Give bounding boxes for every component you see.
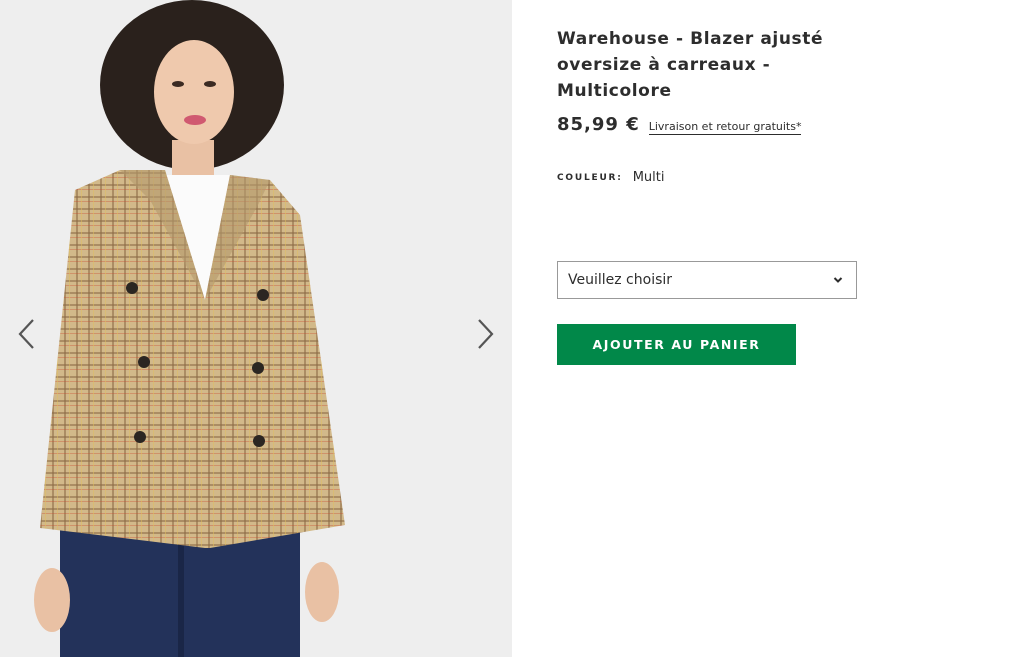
color-value: Multi — [632, 170, 665, 185]
shipping-info-link[interactable]: Livraison et retour gratuits* — [648, 120, 802, 135]
chevron-left-icon — [18, 319, 34, 349]
product-photo — [0, 0, 512, 657]
product-title: Warehouse - Blazer ajusté oversize à car… — [557, 29, 824, 101]
product-price: 85,99 € — [557, 114, 640, 135]
size-select-value: Veuillez choisir — [568, 272, 673, 288]
product-image-gallery — [0, 0, 512, 657]
color-label: COULEUR: — [557, 172, 623, 183]
gallery-prev-button[interactable] — [12, 316, 40, 352]
gallery-next-button[interactable] — [472, 316, 500, 352]
color-row: COULEUR: Multi — [557, 170, 664, 185]
price-row: 85,99 € Livraison et retour gratuits* — [557, 114, 802, 135]
add-to-cart-button[interactable]: AJOUTER AU PANIER — [557, 324, 796, 365]
size-select[interactable]: Veuillez choisir — [557, 261, 857, 299]
chevron-down-icon — [832, 274, 844, 286]
chevron-right-icon — [478, 319, 494, 349]
